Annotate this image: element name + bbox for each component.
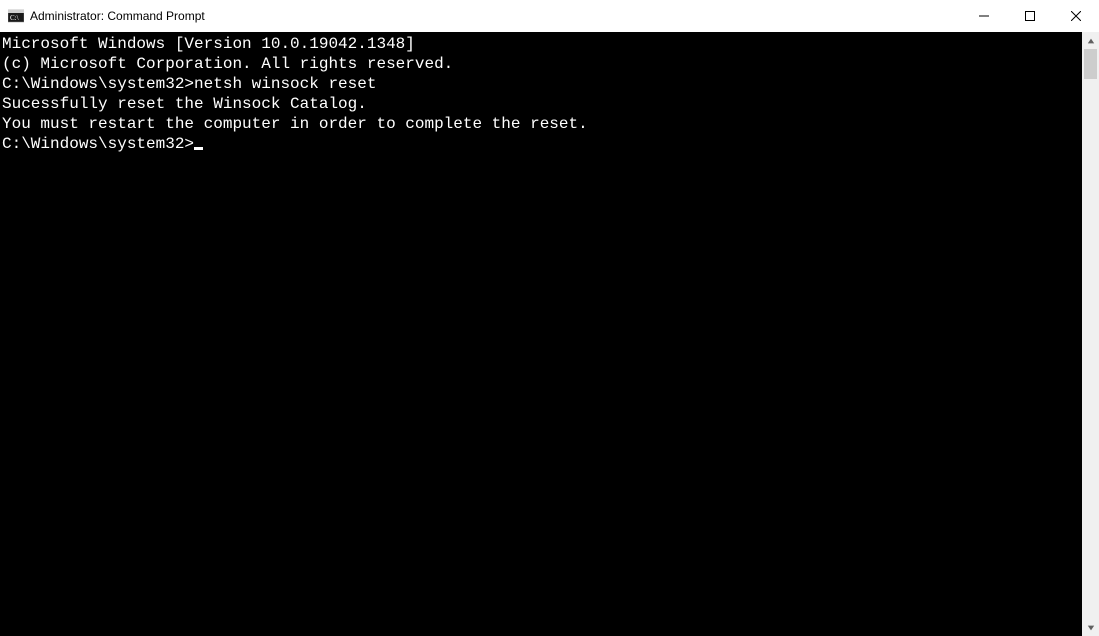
prompt-line: C:\Windows\system32> xyxy=(2,134,1082,154)
window-title: Administrator: Command Prompt xyxy=(30,9,205,23)
close-button[interactable] xyxy=(1053,0,1099,32)
vertical-scrollbar[interactable] xyxy=(1082,32,1099,636)
command-line: C:\Windows\system32>netsh winsock reset xyxy=(2,74,1082,94)
output-line: Sucessfully reset the Winsock Catalog. xyxy=(2,94,1082,114)
version-line: Microsoft Windows [Version 10.0.19042.13… xyxy=(2,34,1082,54)
terminal-output[interactable]: Microsoft Windows [Version 10.0.19042.13… xyxy=(0,32,1082,636)
prompt-text: C:\Windows\system32> xyxy=(2,75,194,93)
command-text: netsh winsock reset xyxy=(194,75,376,93)
cursor-icon xyxy=(194,147,203,150)
scroll-down-button[interactable] xyxy=(1082,619,1099,636)
minimize-button[interactable] xyxy=(961,0,1007,32)
window-controls xyxy=(961,0,1099,32)
maximize-button[interactable] xyxy=(1007,0,1053,32)
titlebar[interactable]: C:\ Administrator: Command Prompt xyxy=(0,0,1099,32)
copyright-line: (c) Microsoft Corporation. All rights re… xyxy=(2,54,1082,74)
client-area: Microsoft Windows [Version 10.0.19042.13… xyxy=(0,32,1099,636)
output-line: You must restart the computer in order t… xyxy=(2,114,1082,134)
scroll-up-button[interactable] xyxy=(1082,32,1099,49)
prompt-text: C:\Windows\system32> xyxy=(2,135,194,153)
command-prompt-icon: C:\ xyxy=(8,8,24,24)
command-prompt-window: C:\ Administrator: Command Prompt Micros… xyxy=(0,0,1099,636)
svg-text:C:\: C:\ xyxy=(10,14,19,22)
scroll-track[interactable] xyxy=(1082,49,1099,619)
scroll-thumb[interactable] xyxy=(1084,49,1097,79)
